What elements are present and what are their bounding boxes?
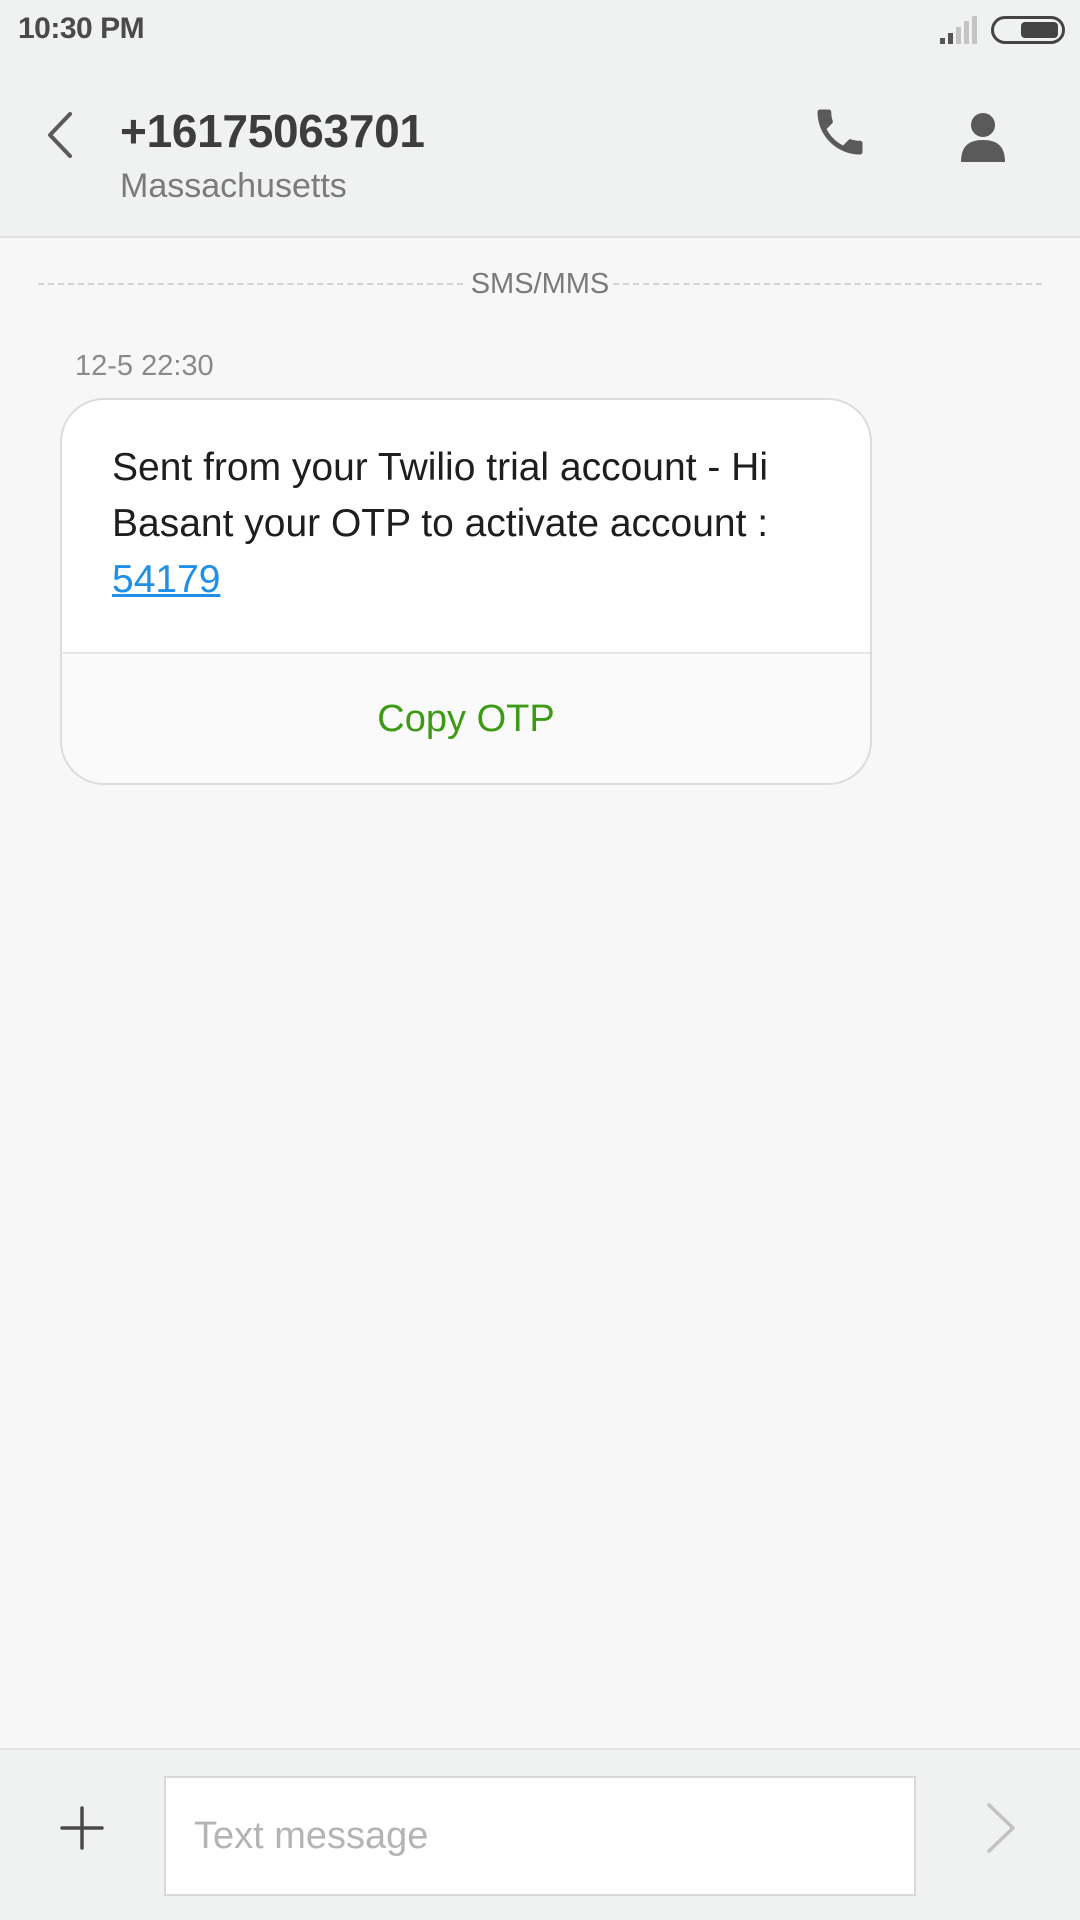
contact-location: Massachusetts — [120, 167, 347, 205]
copy-otp-button[interactable]: Copy OTP — [62, 652, 870, 783]
plus-icon — [60, 1806, 104, 1850]
composer-bar — [0, 1748, 1080, 1920]
call-button[interactable] — [810, 102, 870, 162]
chevron-right-icon — [987, 1803, 1015, 1853]
copy-otp-label: Copy OTP — [377, 698, 555, 740]
status-bar: 10:30 PM — [0, 0, 1080, 60]
back-button[interactable] — [36, 100, 86, 170]
battery-icon — [991, 16, 1065, 44]
status-time: 10:30 PM — [18, 12, 145, 45]
message-input[interactable] — [164, 1776, 916, 1896]
contact-number: +16175063701 — [120, 105, 425, 157]
message-bubble[interactable]: Sent from your Twilio trial account - Hi… — [60, 398, 872, 785]
channel-label: SMS/MMS — [470, 268, 610, 300]
conversation-header: +16175063701 Massachusetts — [0, 60, 1080, 238]
chevron-left-icon — [48, 112, 72, 158]
person-icon — [961, 113, 1005, 162]
message-text: Sent from your Twilio trial account - Hi… — [112, 440, 832, 608]
message-timestamp: 12-5 22:30 — [75, 350, 214, 382]
contact-info-button[interactable] — [955, 110, 1011, 166]
message-body: Sent from your Twilio trial account - Hi… — [112, 446, 769, 545]
send-button[interactable] — [983, 1799, 1019, 1857]
channel-divider: SMS/MMS — [38, 268, 1042, 300]
otp-link[interactable]: 54179 — [112, 558, 220, 601]
signal-icon — [940, 16, 977, 44]
attach-button[interactable] — [58, 1804, 106, 1852]
phone-icon — [817, 109, 863, 155]
